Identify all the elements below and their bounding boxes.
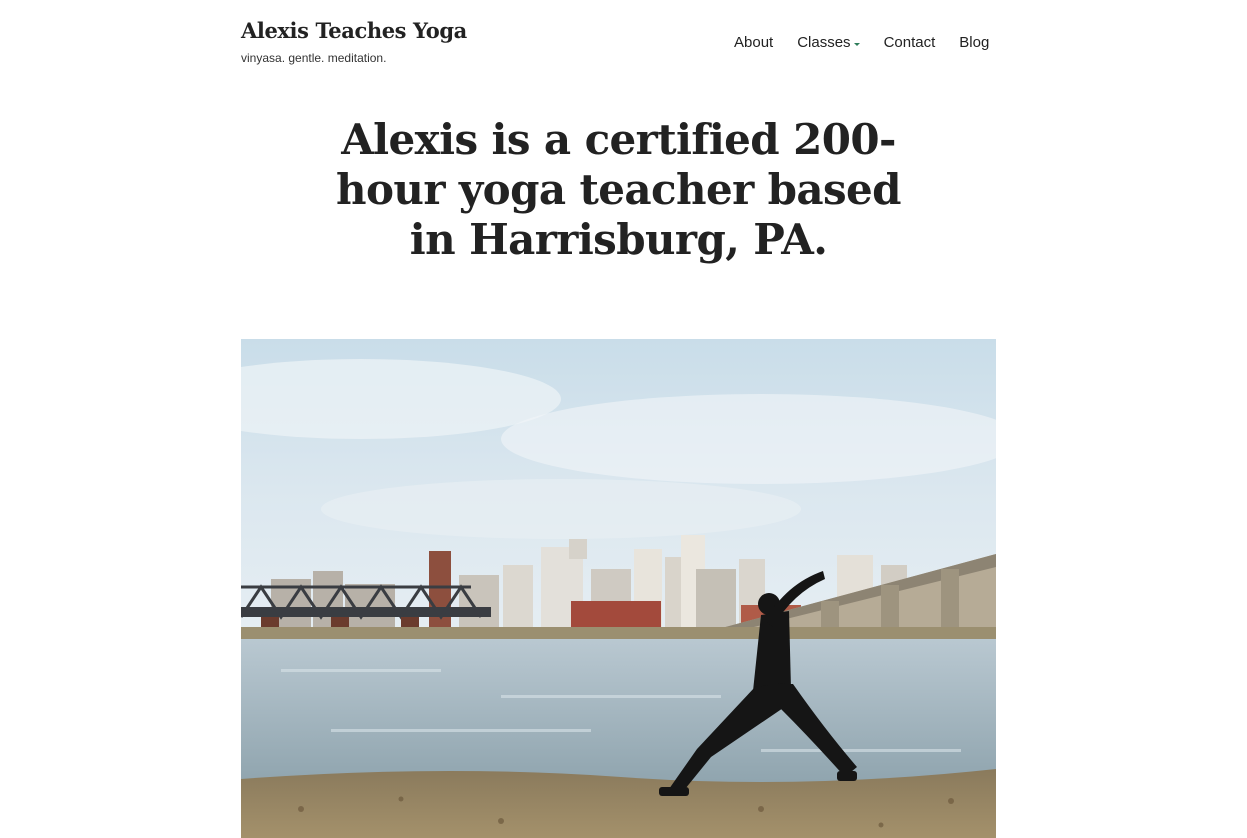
site-header: Alexis Teaches Yoga vinyasa. gentle. med… — [0, 0, 1247, 90]
site-tagline: vinyasa. gentle. meditation. — [241, 51, 387, 65]
hero-heading: Alexis is a certified 200-hour yoga teac… — [336, 115, 901, 264]
nav-item-contact[interactable]: Contact — [872, 32, 948, 54]
nav-item-classes-label: Classes — [797, 34, 851, 51]
main-navigation: About Classes Contact Blog — [722, 32, 1001, 54]
nav-item-about[interactable]: About — [722, 32, 785, 54]
nav-item-blog[interactable]: Blog — [947, 32, 1001, 54]
site-title-link[interactable]: Alexis Teaches Yoga — [241, 16, 467, 46]
caret-down-icon — [853, 42, 860, 46]
hero-photo — [241, 339, 996, 838]
site-branding: Alexis Teaches Yoga vinyasa. gentle. med… — [241, 16, 467, 66]
yoga-riverfront-photo — [241, 339, 996, 838]
nav-item-classes[interactable]: Classes — [785, 32, 871, 54]
